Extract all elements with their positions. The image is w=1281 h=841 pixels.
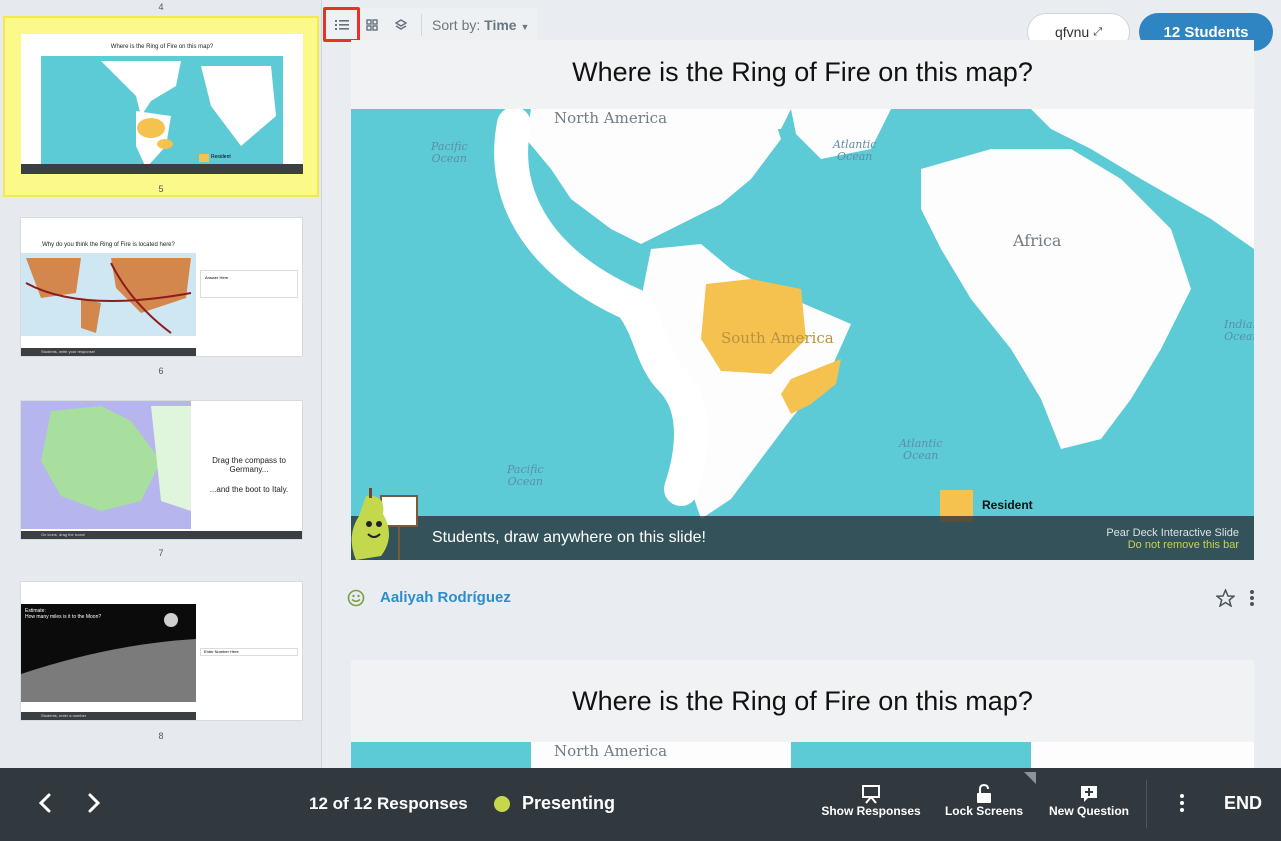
student-response-row: Aaliyah Rodríguez xyxy=(345,585,1265,611)
slide-instruction-1: Drag the compass to Germany... xyxy=(212,456,286,474)
slide-map[interactable]: North America xyxy=(351,742,1254,768)
more-options-icon[interactable] xyxy=(1249,589,1255,607)
responses-count: 12 of 12 Responses xyxy=(309,794,468,813)
slide-bar: Students, enter a number xyxy=(21,712,196,720)
slide-preview: Where is the Ring of Fire on this map? R… xyxy=(21,34,303,174)
map-label-africa: Africa xyxy=(1013,231,1062,250)
world-map-graphic xyxy=(351,742,1254,768)
legend-swatch xyxy=(199,154,209,162)
answer-box: Answer Here xyxy=(200,270,298,298)
star-icon[interactable] xyxy=(1216,589,1235,607)
pear-deck-bar: Students, draw anywhere on this slide! P… xyxy=(351,488,1254,560)
corner-indicator-icon xyxy=(1024,772,1036,784)
bar-brand: Pear Deck Interactive Slide xyxy=(1106,527,1239,539)
map-label-north-america: North America xyxy=(554,109,668,127)
map-label-atlantic-ocean: Atlantic Ocean xyxy=(833,138,877,163)
lock-screens-button[interactable]: Lock Screens xyxy=(942,784,1026,818)
bottom-divider xyxy=(1146,780,1147,828)
question-title: Where is the Ring of Fire on this map? xyxy=(572,57,1033,87)
slide-number: 4 xyxy=(158,2,164,12)
grid-view-button[interactable] xyxy=(358,12,386,38)
slide-thumbnail-selected[interactable]: Where is the Ring of Fire on this map? R… xyxy=(3,16,319,197)
slide-number: 8 xyxy=(158,731,164,741)
bar-warning: Do not remove this bar xyxy=(1127,539,1239,551)
student-name[interactable]: Aaliyah Rodríguez xyxy=(380,589,511,606)
grid-icon xyxy=(366,19,378,31)
question-title: Where is the Ring of Fire on this map? xyxy=(572,686,1033,716)
presenter-bottom-bar: 12 of 12 Responses Presenting Show Respo… xyxy=(0,768,1281,841)
slide-bar xyxy=(21,164,303,174)
map-label-pacific-ocean: Pacific Ocean xyxy=(431,140,468,165)
slide-thumbnail[interactable]: Why do you think the Ring of Fire is loc… xyxy=(20,217,303,357)
toolbar-divider xyxy=(421,14,422,36)
caret-down-icon: ▼ xyxy=(520,22,530,32)
unlock-icon xyxy=(977,784,991,803)
response-card: Where is the Ring of Fire on this map? N… xyxy=(351,660,1254,768)
slide-thumbnail[interactable]: Drag the compass to Germany... ...and th… xyxy=(20,400,303,540)
presenting-status-dot xyxy=(494,796,510,812)
slide-bar: Students, write your response! xyxy=(21,348,196,356)
lock-screens-label: Lock Screens xyxy=(944,804,1024,818)
pear-mascot-icon xyxy=(351,488,418,560)
session-code: qfvnu xyxy=(1054,24,1090,40)
annotation-highlight-box xyxy=(323,7,360,42)
slide-number: 6 xyxy=(158,366,164,376)
sort-label: Sort by: xyxy=(432,17,481,33)
show-responses-button[interactable]: Show Responses xyxy=(819,784,923,818)
map-label-south-america: South America xyxy=(721,329,834,347)
previous-slide-icon[interactable] xyxy=(36,792,52,814)
new-question-button[interactable]: New Question xyxy=(1044,784,1134,818)
layers-icon xyxy=(395,19,407,30)
new-question-label: New Question xyxy=(1048,804,1129,818)
slide-number: 7 xyxy=(158,548,164,558)
number-box: Enter Number Here xyxy=(200,648,298,656)
slide-title: Why do you think the Ring of Fire is loc… xyxy=(42,242,175,248)
legend-label: Resident xyxy=(211,154,231,160)
projector-screen-icon xyxy=(862,785,880,804)
number-placeholder: Enter Number Here xyxy=(204,649,239,654)
next-slide-icon[interactable] xyxy=(87,792,103,814)
slide-bar: On icons, drag the icons! xyxy=(21,531,302,539)
bar-instruction: Students, draw anywhere on this slide! xyxy=(432,529,706,546)
map-label-indian-ocean: Indian Ocean xyxy=(1224,318,1254,343)
slide-thumbnail[interactable]: Estimate: How many miles is it to the Mo… xyxy=(20,581,303,721)
slide-map-preview xyxy=(41,56,283,168)
legend-label: Resident xyxy=(982,498,1033,512)
map-label-atlantic-ocean: Atlantic Ocean xyxy=(899,437,943,462)
answer-placeholder: Answer Here xyxy=(205,275,229,280)
pear-deck-dashboard: 4 Where is the Ring of Fire on this map?… xyxy=(0,0,1281,841)
more-options-icon[interactable] xyxy=(1179,793,1185,813)
slide-map-preview xyxy=(21,401,191,529)
slide-title: Where is the Ring of Fire on this map? xyxy=(110,44,214,50)
sort-dropdown[interactable]: Sort by: Time ▼ xyxy=(432,17,529,33)
slide-map-preview xyxy=(21,253,196,336)
slide-number: 5 xyxy=(158,184,164,194)
map-label-pacific-ocean: Pacific Ocean xyxy=(507,463,544,488)
map-label-north-america: North America xyxy=(554,742,668,760)
sort-value: Time xyxy=(484,17,517,33)
expand-icon: ⤢ xyxy=(1093,25,1103,38)
add-question-icon xyxy=(1081,786,1097,802)
presenting-status[interactable]: Presenting xyxy=(522,793,615,814)
slide-title: Estimate: How many miles is it to the Mo… xyxy=(25,608,102,620)
slide-map[interactable]: North America South America Africa Pacif… xyxy=(351,109,1254,560)
response-card: Where is the Ring of Fire on this map? N… xyxy=(351,40,1254,560)
slide-instruction-2: ...and the boot to Italy. xyxy=(209,485,289,494)
show-responses-label: Show Responses xyxy=(821,804,921,818)
end-session-button[interactable]: END xyxy=(1224,793,1262,814)
smiley-icon xyxy=(347,589,365,607)
layers-view-button[interactable] xyxy=(387,12,415,38)
slide-sidebar[interactable]: 4 Where is the Ring of Fire on this map?… xyxy=(0,0,322,768)
